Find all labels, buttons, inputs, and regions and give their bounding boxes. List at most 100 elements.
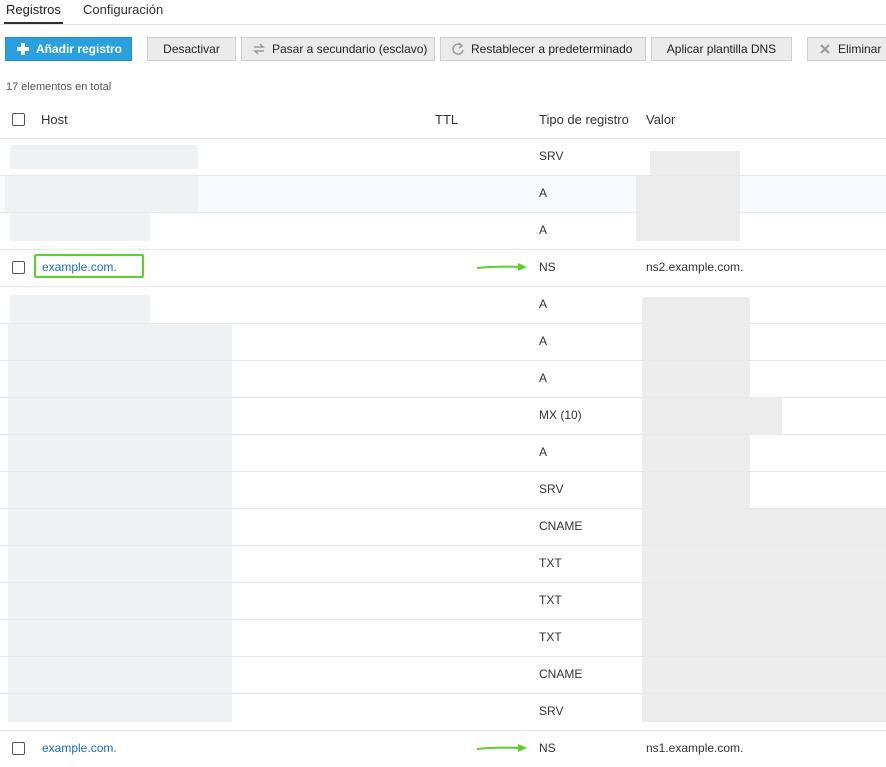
arrow-right-icon bbox=[476, 263, 527, 271]
table-row: example.com. NS ns2.example.com. bbox=[0, 250, 886, 287]
select-all-checkbox[interactable] bbox=[12, 113, 25, 126]
record-type: A bbox=[539, 186, 548, 200]
column-host[interactable]: Host bbox=[41, 112, 68, 127]
redacted-host bbox=[8, 694, 232, 722]
record-type: NS bbox=[539, 260, 556, 274]
add-record-label: Añadir registro bbox=[36, 42, 123, 56]
tab-registros[interactable]: Registros bbox=[4, 2, 63, 24]
record-type: CNAME bbox=[539, 519, 583, 533]
column-ttl[interactable]: TTL bbox=[435, 112, 458, 127]
reset-default-button[interactable]: Restablecer a predeterminado bbox=[440, 37, 646, 61]
apply-dns-template-label: Aplicar plantilla DNS bbox=[666, 42, 777, 56]
table-row: A bbox=[0, 287, 886, 324]
reset-default-label: Restablecer a predeterminado bbox=[471, 42, 633, 56]
items-total: 17 elementos en total bbox=[6, 81, 112, 93]
plus-icon bbox=[16, 42, 30, 56]
table-row: A bbox=[0, 176, 886, 213]
deactivate-label: Desactivar bbox=[163, 42, 220, 56]
toolbar: Añadir registro Desactivar Pasar a secun… bbox=[0, 37, 886, 63]
record-type: SRV bbox=[539, 704, 564, 718]
redacted-value bbox=[642, 297, 750, 323]
dns-records-table: Host TTL Tipo de registro Valor SRV A A … bbox=[0, 101, 886, 767]
host-link[interactable]: example.com. bbox=[42, 260, 117, 274]
redacted-host bbox=[8, 509, 232, 545]
column-type[interactable]: Tipo de registro bbox=[539, 112, 629, 127]
table-row: CNAME bbox=[0, 509, 886, 546]
record-type: CNAME bbox=[539, 667, 583, 681]
record-type: A bbox=[539, 334, 548, 348]
tab-bar: Registros Configuración bbox=[0, 0, 886, 25]
redacted-value bbox=[642, 620, 886, 656]
record-value: ns1.example.com. bbox=[646, 741, 744, 755]
redacted-host bbox=[10, 145, 198, 169]
redacted-host bbox=[5, 176, 198, 212]
table-row: SRV bbox=[0, 139, 886, 176]
add-record-button[interactable]: Añadir registro bbox=[5, 37, 132, 61]
table-row: SRV bbox=[0, 694, 886, 731]
table-row: A bbox=[0, 213, 886, 250]
redacted-host bbox=[10, 213, 150, 241]
record-type: MX (10) bbox=[539, 408, 582, 422]
redacted-host bbox=[8, 657, 232, 693]
record-type: TXT bbox=[539, 593, 562, 607]
redacted-value bbox=[636, 176, 740, 212]
row-checkbox[interactable] bbox=[12, 261, 25, 274]
redacted-host bbox=[8, 324, 232, 360]
record-type: A bbox=[539, 223, 548, 237]
redacted-host bbox=[8, 472, 232, 508]
delete-label: Eliminar bbox=[838, 42, 882, 56]
redacted-value bbox=[642, 694, 886, 722]
table-row: MX (10) bbox=[0, 398, 886, 435]
table-row: A bbox=[0, 435, 886, 472]
redacted-host bbox=[10, 295, 150, 323]
record-type: TXT bbox=[539, 556, 562, 570]
make-secondary-label: Pasar a secundario (esclavo) bbox=[272, 42, 428, 56]
deactivate-button[interactable]: Desactivar bbox=[147, 37, 236, 61]
record-type: SRV bbox=[539, 149, 564, 163]
make-secondary-button[interactable]: Pasar a secundario (esclavo) bbox=[241, 37, 435, 61]
table-row: A bbox=[0, 324, 886, 361]
redacted-value bbox=[642, 324, 750, 360]
close-icon bbox=[818, 42, 832, 56]
record-type: A bbox=[539, 371, 548, 385]
redacted-value bbox=[642, 472, 750, 508]
record-type: NS bbox=[539, 741, 556, 755]
redacted-value bbox=[642, 361, 750, 397]
column-value[interactable]: Valor bbox=[646, 112, 675, 127]
redacted-value bbox=[642, 398, 782, 434]
record-type: A bbox=[539, 297, 548, 311]
redacted-value bbox=[636, 213, 740, 241]
redacted-value bbox=[650, 151, 740, 175]
redacted-value bbox=[642, 435, 750, 471]
reset-icon bbox=[451, 42, 465, 56]
redacted-host bbox=[8, 435, 232, 471]
table-row: TXT bbox=[0, 583, 886, 620]
table-row: A bbox=[0, 361, 886, 398]
redacted-value bbox=[642, 546, 886, 582]
redacted-host bbox=[8, 583, 232, 619]
host-link[interactable]: example.com. bbox=[42, 741, 117, 755]
redacted-value bbox=[642, 583, 886, 619]
apply-dns-template-button[interactable]: Aplicar plantilla DNS bbox=[651, 37, 792, 61]
table-row: CNAME bbox=[0, 657, 886, 694]
table-row: SRV bbox=[0, 472, 886, 509]
table-row: TXT bbox=[0, 620, 886, 657]
record-value: ns2.example.com. bbox=[646, 260, 744, 274]
record-type: TXT bbox=[539, 630, 562, 644]
redacted-host bbox=[8, 620, 232, 656]
tab-configuracion[interactable]: Configuración bbox=[83, 2, 163, 17]
redacted-value bbox=[642, 657, 886, 693]
table-row: TXT bbox=[0, 546, 886, 583]
row-checkbox[interactable] bbox=[12, 742, 25, 755]
redacted-host bbox=[8, 546, 232, 582]
redacted-host bbox=[8, 398, 232, 434]
delete-button[interactable]: Eliminar bbox=[807, 37, 886, 61]
arrow-right-icon bbox=[476, 744, 527, 752]
swap-icon bbox=[252, 42, 266, 56]
table-header: Host TTL Tipo de registro Valor bbox=[0, 101, 886, 139]
redacted-host bbox=[8, 361, 232, 397]
record-type: A bbox=[539, 445, 548, 459]
redacted-value bbox=[642, 509, 886, 545]
table-row: example.com. NS ns1.example.com. bbox=[0, 731, 886, 767]
record-type: SRV bbox=[539, 482, 564, 496]
